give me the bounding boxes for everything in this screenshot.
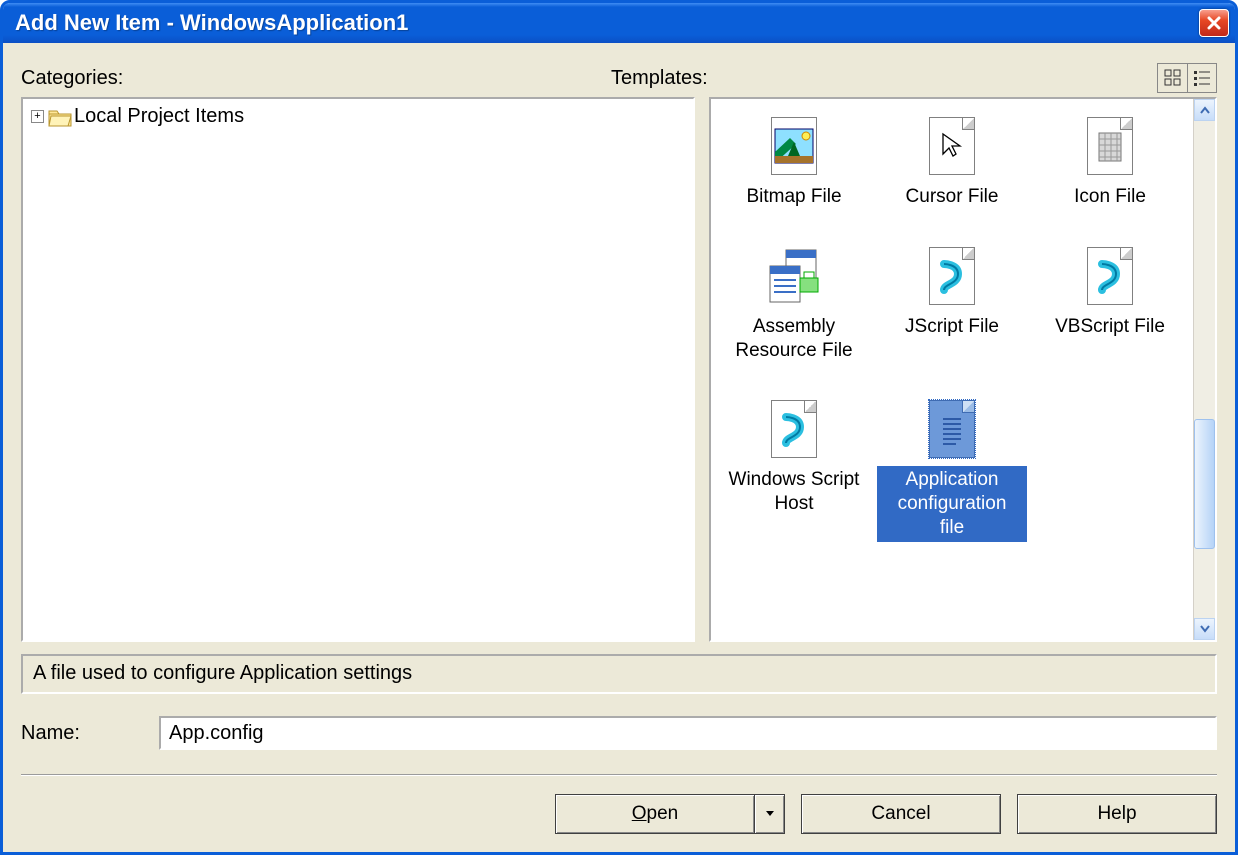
template-item-windows-script-host[interactable]: Windows Script Host bbox=[719, 400, 869, 541]
template-item-bitmap-file[interactable]: Bitmap File bbox=[719, 117, 869, 211]
vbscript-icon bbox=[1087, 247, 1133, 305]
separator bbox=[21, 774, 1217, 776]
view-large-icons-button[interactable] bbox=[1157, 63, 1187, 93]
name-label: Name: bbox=[21, 722, 141, 745]
bitmap-icon bbox=[771, 117, 817, 175]
close-button[interactable] bbox=[1199, 9, 1229, 37]
template-item-cursor-file[interactable]: Cursor File bbox=[877, 117, 1027, 211]
templates-panel: Bitmap File Cursor File bbox=[709, 97, 1217, 642]
description-panel: A file used to configure Application set… bbox=[21, 654, 1217, 694]
large-icons-icon bbox=[1164, 69, 1182, 87]
chevron-up-icon bbox=[1200, 106, 1210, 114]
template-item-icon-file[interactable]: Icon File bbox=[1035, 117, 1185, 211]
tree-item-label: Local Project Items bbox=[74, 105, 244, 128]
scroll-down-button[interactable] bbox=[1194, 618, 1215, 640]
titlebar[interactable]: Add New Item - WindowsApplication1 bbox=[3, 3, 1235, 43]
template-label: VBScript File bbox=[1049, 313, 1171, 341]
appconfig-icon bbox=[929, 400, 975, 458]
view-small-icons-button[interactable] bbox=[1187, 63, 1217, 93]
name-input[interactable] bbox=[159, 716, 1217, 750]
dialog-body: Categories: Templates: bbox=[3, 43, 1235, 852]
help-button[interactable]: Help bbox=[1017, 794, 1217, 834]
open-dropdown-button[interactable] bbox=[755, 794, 785, 834]
template-item-vbscript-file[interactable]: VBScript File bbox=[1035, 247, 1185, 365]
template-label: Bitmap File bbox=[740, 183, 847, 211]
icon-file-icon bbox=[1087, 117, 1133, 175]
add-new-item-dialog: Add New Item - WindowsApplication1 Categ… bbox=[0, 0, 1238, 855]
jscript-icon bbox=[929, 247, 975, 305]
open-button[interactable]: Open bbox=[555, 794, 755, 834]
template-label: Windows Script Host bbox=[719, 466, 869, 518]
window-title: Add New Item - WindowsApplication1 bbox=[15, 10, 408, 36]
templates-scrollbar[interactable] bbox=[1193, 99, 1215, 640]
template-label: Assembly Resource File bbox=[719, 313, 869, 365]
template-item-jscript-file[interactable]: JScript File bbox=[877, 247, 1027, 365]
scroll-thumb[interactable] bbox=[1194, 419, 1215, 549]
scroll-up-button[interactable] bbox=[1194, 99, 1215, 121]
template-label: Application configuration file bbox=[877, 466, 1027, 541]
template-label: Icon File bbox=[1068, 183, 1152, 211]
template-item-application-configuration-file[interactable]: Application configuration file bbox=[877, 400, 1027, 541]
small-icons-icon bbox=[1193, 69, 1211, 87]
cancel-button[interactable]: Cancel bbox=[801, 794, 1001, 834]
categories-label: Categories: bbox=[21, 67, 611, 90]
open-button-rest: pen bbox=[647, 803, 679, 824]
folder-icon bbox=[48, 108, 70, 126]
chevron-down-icon bbox=[765, 810, 775, 818]
template-label: JScript File bbox=[899, 313, 1005, 341]
cursor-icon bbox=[929, 117, 975, 175]
chevron-down-icon bbox=[1200, 625, 1210, 633]
categories-tree[interactable]: + Local Project Items bbox=[21, 97, 695, 642]
tree-expand-icon[interactable]: + bbox=[31, 110, 44, 123]
assembly-resource-icon bbox=[766, 247, 822, 305]
template-item-assembly-resource-file[interactable]: Assembly Resource File bbox=[719, 247, 869, 365]
templates-label: Templates: bbox=[611, 67, 1157, 90]
close-icon bbox=[1207, 16, 1221, 30]
templates-list[interactable]: Bitmap File Cursor File bbox=[711, 99, 1193, 640]
template-label: Cursor File bbox=[900, 183, 1005, 211]
scroll-track[interactable] bbox=[1194, 121, 1215, 618]
wsh-icon bbox=[771, 400, 817, 458]
open-button-accel: O bbox=[632, 803, 647, 824]
tree-item-local-project-items[interactable]: + Local Project Items bbox=[31, 105, 685, 128]
